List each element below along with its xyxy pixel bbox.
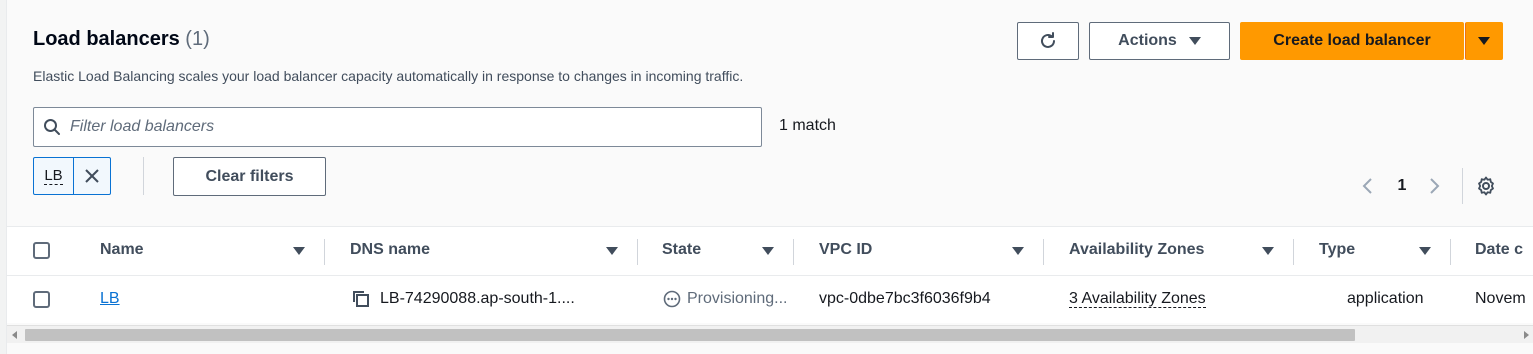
actions-button-label: Actions — [1118, 32, 1177, 49]
table-row: LB LB-74290088.ap-south-1.... Provisioni… — [7, 276, 1533, 323]
refresh-icon — [1041, 32, 1055, 48]
caret-down-icon — [1478, 37, 1490, 45]
state-value: Provisioning... — [687, 290, 788, 307]
page-title: Load balancers (1) — [33, 28, 210, 51]
sort-icon[interactable] — [293, 247, 305, 255]
column-resizer[interactable] — [793, 239, 794, 265]
page-title-count: (1) — [185, 28, 210, 50]
create-load-balancer-button[interactable]: Create load balancer — [1240, 22, 1464, 60]
pagination-divider — [1462, 168, 1463, 204]
column-header-type[interactable]: Type — [1319, 241, 1355, 259]
filter-token-label[interactable]: LB — [34, 158, 74, 194]
horizontal-scrollbar[interactable] — [7, 325, 1533, 343]
page-description: Elastic Load Balancing scales your load … — [33, 68, 744, 84]
sort-icon[interactable] — [1419, 247, 1431, 255]
search-icon — [34, 118, 70, 136]
sort-icon[interactable] — [606, 247, 618, 255]
column-header-name[interactable]: Name — [100, 241, 144, 259]
column-header-state[interactable]: State — [662, 241, 701, 259]
gear-icon — [1478, 176, 1494, 196]
chevron-left-icon — [1362, 178, 1372, 194]
clear-filters-label: Clear filters — [205, 167, 294, 185]
row-select-checkbox[interactable] — [33, 291, 50, 308]
scroll-left-arrow-icon[interactable] — [12, 331, 17, 339]
dns-name-value: LB-74290088.ap-south-1.... — [380, 290, 575, 307]
preferences-button[interactable] — [1474, 174, 1498, 198]
sort-icon[interactable] — [1262, 247, 1274, 255]
filter-divider — [143, 157, 144, 195]
column-header-availability-zones[interactable]: Availability Zones — [1069, 241, 1204, 259]
match-count: 1 match — [779, 117, 836, 134]
column-header-date-created[interactable]: Date c — [1475, 241, 1523, 259]
availability-zones-value[interactable]: 3 Availability Zones — [1069, 290, 1206, 308]
create-button-label: Create load balancer — [1273, 32, 1431, 49]
column-resizer[interactable] — [1450, 239, 1451, 265]
create-options-dropdown-button[interactable] — [1465, 22, 1503, 60]
clear-filters-button[interactable]: Clear filters — [173, 157, 326, 196]
sort-icon[interactable] — [1012, 247, 1024, 255]
caret-down-icon — [1188, 37, 1201, 45]
load-balancer-name-link[interactable]: LB — [100, 290, 120, 308]
sort-icon[interactable] — [762, 247, 774, 255]
panel-header: Load balancers (1) Elastic Load Balancin… — [7, 0, 1533, 226]
state-cell: Provisioning... — [663, 290, 788, 308]
column-header-vpc-id[interactable]: VPC ID — [819, 241, 872, 259]
date-created-value: Novem — [1475, 290, 1526, 307]
vpc-id-value: vpc-0dbe7bc3f6036f9b4 — [819, 290, 991, 307]
pending-status-icon — [663, 290, 681, 308]
column-header-dns-name[interactable]: DNS name — [350, 241, 430, 259]
filter-search-box[interactable] — [33, 107, 762, 147]
scrollbar-thumb[interactable] — [25, 329, 1355, 341]
page-number-1[interactable]: 1 — [1392, 174, 1412, 198]
filter-input[interactable] — [70, 118, 750, 136]
load-balancers-panel: Load balancers (1) Elastic Load Balancin… — [6, 0, 1533, 354]
filter-token: LB — [33, 157, 111, 195]
dns-name-cell: LB-74290088.ap-south-1.... — [352, 290, 575, 308]
page-title-text: Load balancers — [33, 28, 180, 50]
column-resizer[interactable] — [324, 239, 325, 265]
scroll-right-arrow-icon[interactable] — [1524, 331, 1529, 339]
close-icon — [85, 169, 99, 183]
actions-button[interactable]: Actions — [1089, 22, 1230, 60]
column-resizer[interactable] — [1293, 239, 1294, 265]
table-header: Name DNS name State VPC ID Availability … — [7, 226, 1533, 276]
chevron-right-icon — [1430, 178, 1440, 194]
filter-token-dismiss-button[interactable] — [74, 158, 110, 194]
column-resizer[interactable] — [1043, 239, 1044, 265]
column-resizer[interactable] — [637, 239, 638, 265]
type-value: application — [1347, 290, 1424, 307]
copy-icon[interactable] — [352, 290, 370, 308]
next-page-button[interactable] — [1425, 174, 1445, 198]
refresh-button[interactable] — [1017, 22, 1079, 60]
previous-page-button[interactable] — [1357, 174, 1377, 198]
select-all-checkbox[interactable] — [33, 242, 50, 259]
